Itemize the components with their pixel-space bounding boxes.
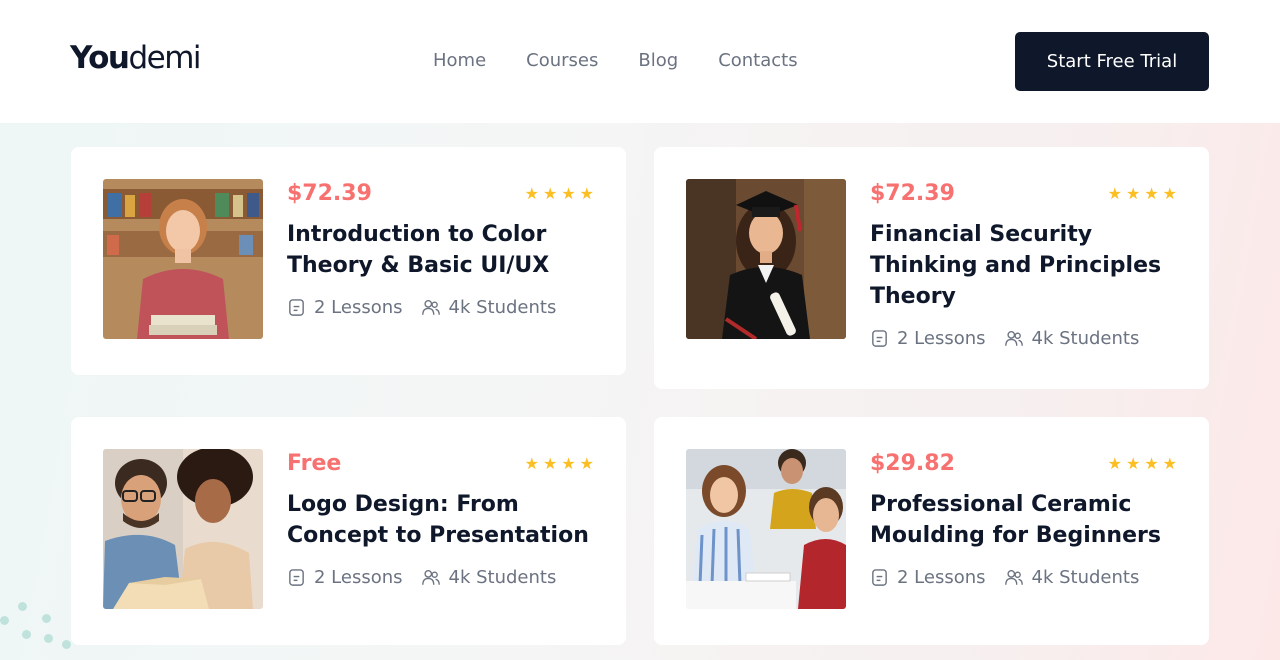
classroom-students-image <box>686 449 846 609</box>
student-woman-image <box>103 179 263 339</box>
lesson-icon <box>870 329 889 348</box>
course-price: $72.39 <box>870 181 955 206</box>
star-icon: ★ <box>524 184 539 203</box>
lessons-count: 2 Lessons <box>897 328 986 349</box>
rating-stars: ★ ★ ★ ★ <box>525 184 594 203</box>
course-thumbnail[interactable] <box>103 179 263 339</box>
students-icon <box>1004 329 1024 348</box>
course-meta: 2 Lessons 4k Students <box>870 567 1139 588</box>
lessons-count: 2 Lessons <box>314 567 403 588</box>
students-reading-image <box>103 449 263 609</box>
students-count: 4k Students <box>1031 328 1140 349</box>
star-icon: ★ <box>1107 454 1122 473</box>
students-icon <box>421 568 441 587</box>
graduate-woman-image <box>686 179 846 339</box>
course-title[interactable]: Professional Ceramic Moulding for Beginn… <box>870 489 1180 551</box>
course-card[interactable]: $72.39 ★ ★ ★ ★ Introduction to Color The… <box>71 147 626 375</box>
star-icon: ★ <box>1144 454 1159 473</box>
star-icon: ★ <box>1144 184 1159 203</box>
course-card[interactable]: Free ★ ★ ★ ★ Logo Design: From Concept t… <box>71 417 626 645</box>
site-logo[interactable]: Youdemi <box>70 40 202 76</box>
star-icon: ★ <box>542 454 558 473</box>
rating-stars: ★ ★ ★ ★ <box>1108 454 1177 473</box>
lessons-count: 2 Lessons <box>897 567 986 588</box>
course-price: $29.82 <box>870 451 955 476</box>
students-count: 4k Students <box>448 297 557 318</box>
star-icon: ★ <box>579 184 594 203</box>
course-thumbnail[interactable] <box>686 449 846 609</box>
logo-bold-text: You <box>70 40 130 76</box>
students-icon <box>1004 568 1024 587</box>
star-icon: ★ <box>542 184 558 203</box>
students-count: 4k Students <box>1031 567 1140 588</box>
lesson-icon <box>287 568 306 587</box>
course-thumbnail[interactable] <box>686 179 846 339</box>
students-icon <box>421 298 441 317</box>
nav-contacts[interactable]: Contacts <box>718 50 797 71</box>
nav-courses[interactable]: Courses <box>526 50 598 71</box>
rating-stars: ★ ★ ★ ★ <box>525 454 594 473</box>
star-icon: ★ <box>561 454 576 473</box>
course-title[interactable]: Introduction to Color Theory & Basic UI/… <box>287 219 597 281</box>
star-icon: ★ <box>1107 184 1122 203</box>
star-icon: ★ <box>561 184 576 203</box>
course-price: Free <box>287 451 342 476</box>
logo-light-text: demi <box>128 40 201 76</box>
course-card[interactable]: $29.82 ★ ★ ★ ★ Professional Ceramic Moul… <box>654 417 1209 645</box>
nav-home[interactable]: Home <box>433 50 486 71</box>
star-icon: ★ <box>524 454 539 473</box>
main-nav: Home Courses Blog Contacts <box>433 50 798 71</box>
star-icon: ★ <box>1162 454 1177 473</box>
star-icon: ★ <box>1125 184 1141 203</box>
star-icon: ★ <box>1125 454 1141 473</box>
course-price: $72.39 <box>287 181 372 206</box>
start-free-trial-button[interactable]: Start Free Trial <box>1015 32 1209 91</box>
course-thumbnail[interactable] <box>103 449 263 609</box>
students-count: 4k Students <box>448 567 557 588</box>
course-title[interactable]: Logo Design: From Concept to Presentatio… <box>287 489 597 551</box>
lesson-icon <box>870 568 889 587</box>
course-meta: 2 Lessons 4k Students <box>870 328 1139 349</box>
course-title[interactable]: Financial Security Thinking and Principl… <box>870 219 1180 312</box>
course-grid-section: $72.39 ★ ★ ★ ★ Introduction to Color The… <box>0 123 1280 660</box>
lesson-icon <box>287 298 306 317</box>
course-card[interactable]: $72.39 ★ ★ ★ ★ Financial Security Thinki… <box>654 147 1209 389</box>
course-meta: 2 Lessons 4k Students <box>287 297 556 318</box>
decorative-dots <box>0 602 80 660</box>
course-meta: 2 Lessons 4k Students <box>287 567 556 588</box>
star-icon: ★ <box>1162 184 1177 203</box>
star-icon: ★ <box>579 454 594 473</box>
nav-blog[interactable]: Blog <box>638 50 678 71</box>
rating-stars: ★ ★ ★ ★ <box>1108 184 1177 203</box>
lessons-count: 2 Lessons <box>314 297 403 318</box>
site-header: Youdemi Home Courses Blog Contacts Start… <box>0 0 1280 123</box>
